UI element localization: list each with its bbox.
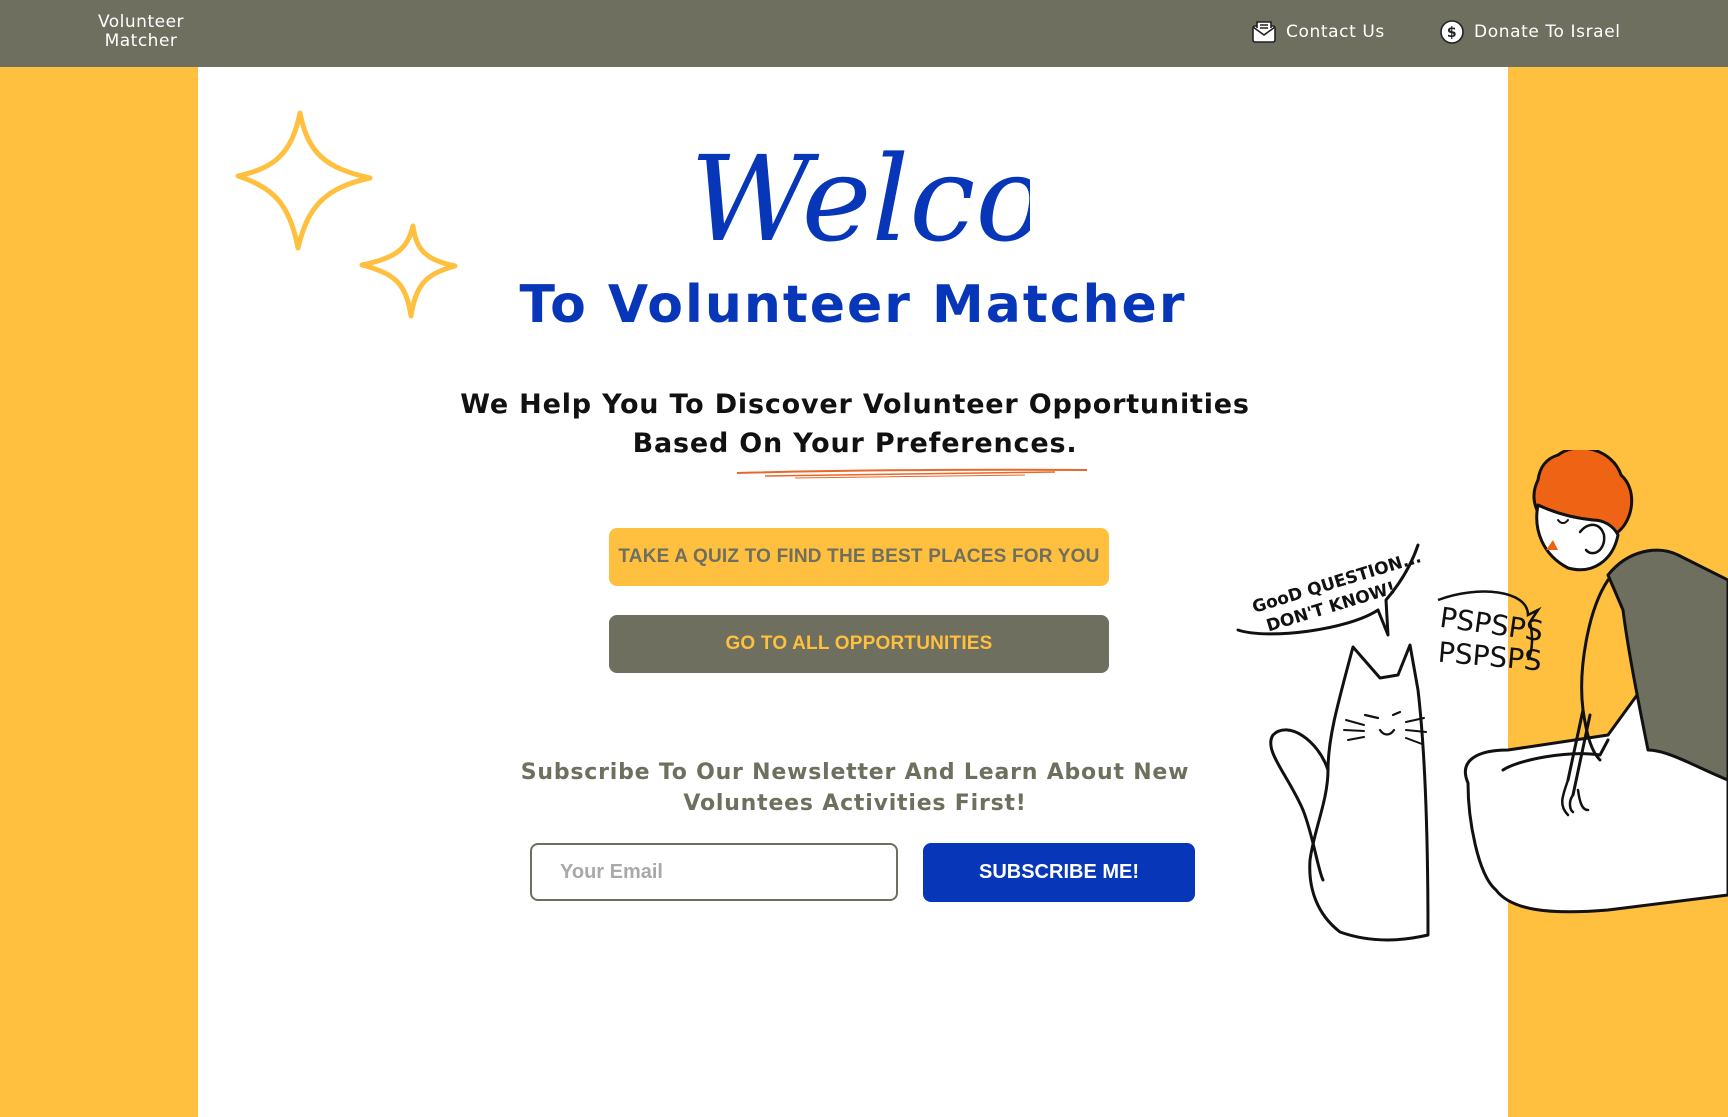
brand-line-2: Matcher: [104, 31, 178, 51]
take-quiz-button[interactable]: TAKE A QUIZ TO FIND THE BEST PLACES FOR …: [609, 528, 1109, 586]
tagline-underline: [736, 468, 1088, 479]
donate-label: Donate To Israel: [1474, 22, 1621, 42]
tagline-line-2: Based On Your Preferences.: [632, 428, 1078, 459]
page-title: To Volunteer Matcher: [519, 275, 1187, 335]
newsletter-line-2: Voluntees Activities First!: [683, 791, 1027, 816]
contact-us-label: Contact Us: [1286, 22, 1385, 42]
dollar-coin-icon: $: [1438, 18, 1466, 46]
cat-drawing: [1269, 643, 1430, 942]
cat-and-person-illustration: GooD QUESTION... DON'T KNOW! PSPSPS PSPS…: [1236, 450, 1728, 942]
newsletter-line-1: Subscribe To Our Newsletter And Learn Ab…: [520, 760, 1190, 785]
email-input[interactable]: [530, 843, 898, 901]
contact-us-link[interactable]: Contact Us: [1250, 18, 1385, 46]
sparkle-large-icon: [235, 110, 373, 251]
svg-text:$: $: [1447, 25, 1457, 41]
mail-icon: [1250, 18, 1278, 46]
welcome-script: Welcome: [690, 130, 1030, 268]
tagline: We Help You To Discover Volunteer Opport…: [400, 385, 1310, 463]
top-navbar: Volunteer Matcher Contact Us $ Donate To…: [0, 0, 1728, 67]
person-drawing: [1464, 450, 1728, 914]
newsletter-text: Subscribe To Our Newsletter And Learn Ab…: [500, 757, 1210, 819]
donate-link[interactable]: $ Donate To Israel: [1438, 18, 1621, 46]
welcome-text: Welcome: [690, 130, 1030, 268]
brand-line-1: Volunteer: [97, 12, 185, 32]
tagline-line-1: We Help You To Discover Volunteer Opport…: [460, 389, 1250, 420]
subscribe-button[interactable]: SUBSCRIBE ME!: [923, 843, 1195, 902]
all-opportunities-button[interactable]: GO TO ALL OPPORTUNITIES: [609, 615, 1109, 673]
brand-logo[interactable]: Volunteer Matcher: [80, 13, 202, 51]
